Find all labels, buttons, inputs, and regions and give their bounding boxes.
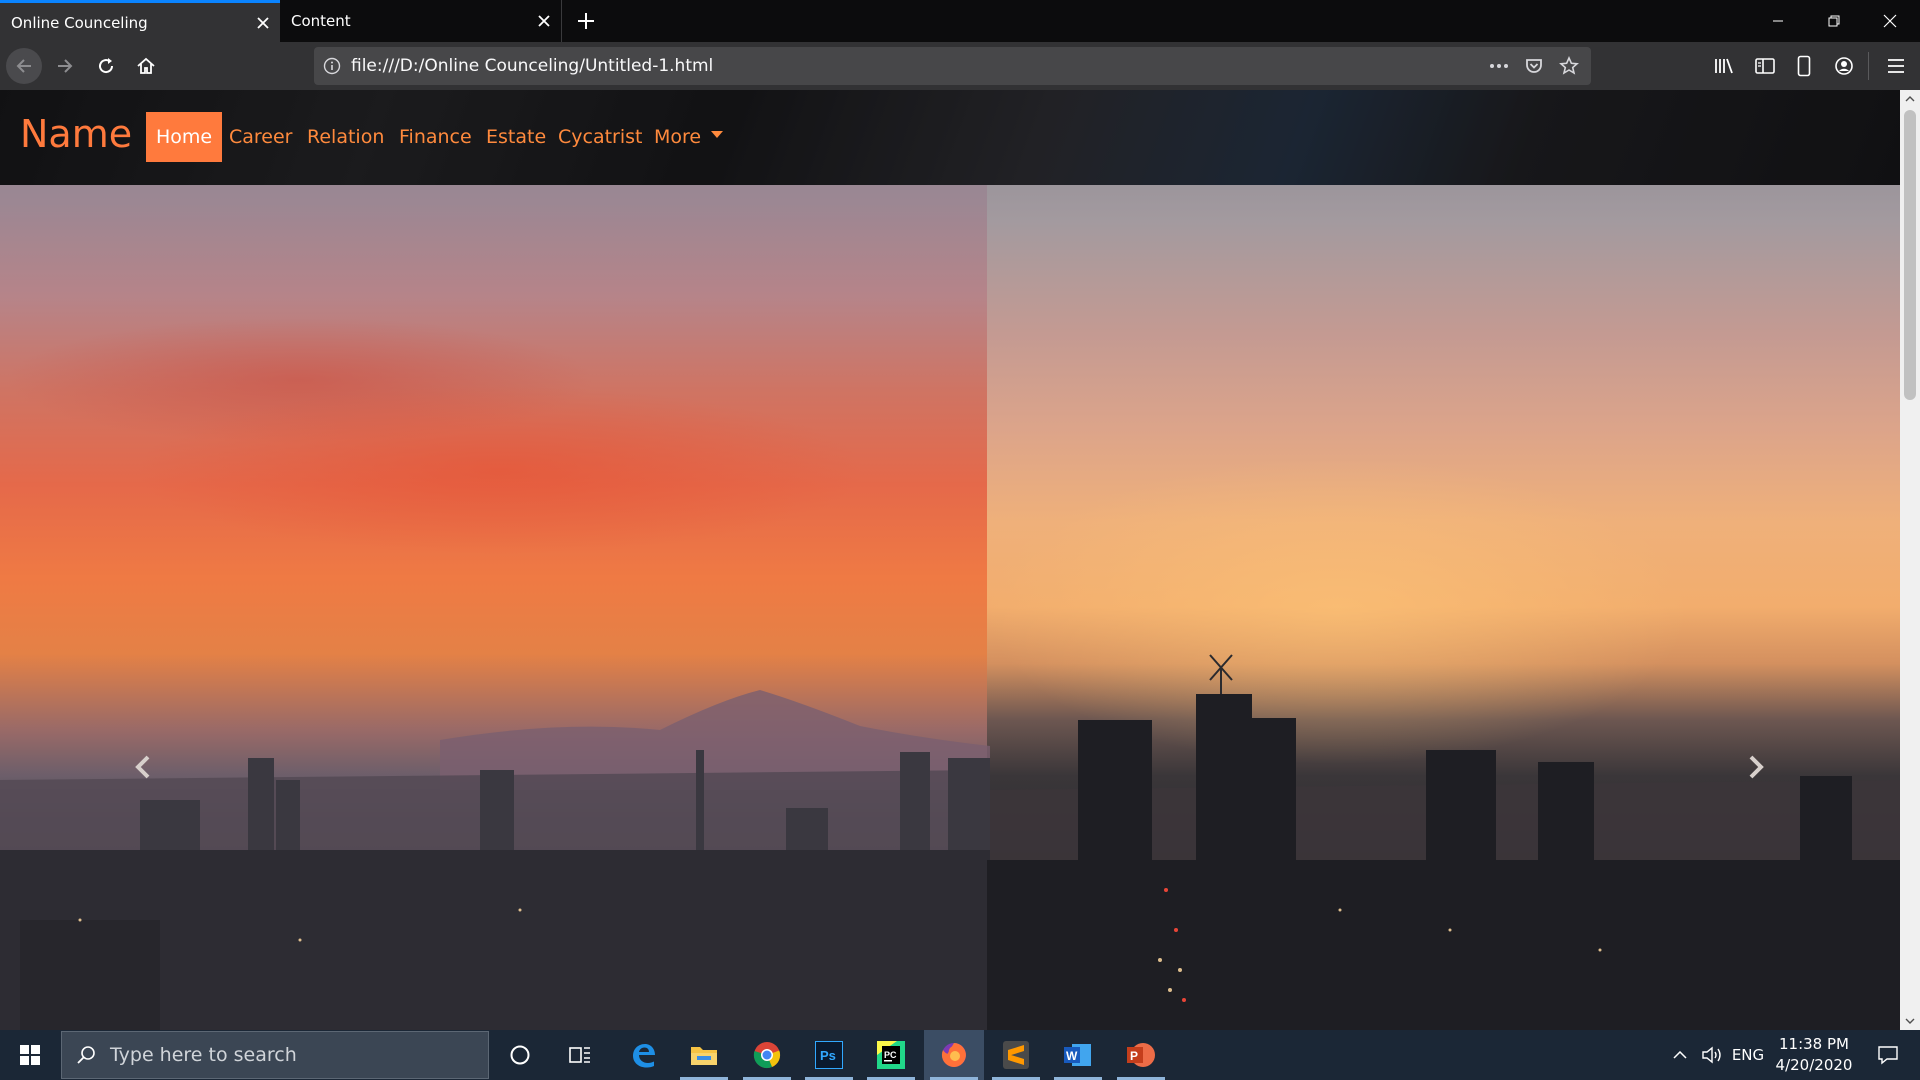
windows-taskbar: Type here to search Ps PC W P ENG 11:38 … [0,1030,1920,1080]
nav-item-more-label: More [654,126,702,148]
scroll-down-icon[interactable] [1900,1012,1920,1030]
library-icon[interactable] [1707,48,1743,84]
carousel-next-button[interactable] [1736,740,1776,794]
sublime-text-icon[interactable] [986,1030,1046,1080]
close-tab-icon[interactable] [527,0,561,42]
scrollbar-thumb[interactable] [1904,110,1916,400]
forward-button[interactable] [47,48,83,84]
minimize-icon[interactable] [1750,0,1806,42]
svg-text:P: P [1130,1049,1138,1063]
address-bar[interactable]: file:///D:/Online Counceling/Untitled-1.… [314,47,1591,85]
search-placeholder: Type here to search [110,1044,297,1066]
page-actions-icon[interactable] [1483,50,1515,82]
chevron-right-icon [1749,755,1764,779]
site-brand[interactable]: Name [20,110,132,158]
new-tab-button[interactable] [570,6,602,36]
tab-label: Online Counceling [11,13,148,32]
clock-time: 11:38 PM [1779,1035,1849,1053]
edge-icon[interactable] [613,1030,673,1080]
input-language-indicator[interactable]: ENG [1728,1030,1768,1080]
tab-content[interactable]: Content [280,0,562,42]
home-button[interactable] [128,48,164,84]
dropdown-caret-icon [711,131,724,138]
task-view-icon[interactable] [550,1030,610,1080]
browser-tab-strip: Online Counceling Content [0,0,1920,42]
photoshop-icon[interactable]: Ps [799,1030,859,1080]
nav-item-estate[interactable]: Estate [476,112,556,162]
city-skyline-image [0,654,1900,1030]
chrome-icon[interactable] [737,1030,797,1080]
responsive-device-icon[interactable] [1786,48,1822,84]
chevron-left-icon [135,755,150,779]
tab-online-counceling[interactable]: Online Counceling [0,0,280,42]
start-button[interactable] [0,1030,60,1080]
browser-toolbar: file:///D:/Online Counceling/Untitled-1.… [0,42,1920,90]
reload-button[interactable] [88,48,124,84]
nav-item-career[interactable]: Career [219,112,303,162]
nav-item-more[interactable]: More [644,112,733,162]
close-window-icon[interactable] [1862,0,1918,42]
svg-text:PC: PC [884,1050,897,1060]
notifications-icon[interactable] [1864,1030,1912,1080]
tab-label: Content [291,12,351,30]
pycharm-icon[interactable]: PC [861,1030,921,1080]
search-icon [76,1045,96,1069]
taskbar-search-box[interactable]: Type here to search [61,1031,489,1079]
toolbar-separator [1868,52,1869,80]
page-viewport: Name Home Career Relation Finance Estate… [0,90,1900,1030]
carousel-prev-button[interactable] [123,740,163,794]
powerpoint-icon[interactable]: P [1111,1030,1171,1080]
word-icon[interactable]: W [1048,1030,1108,1080]
menu-hamburger-icon[interactable] [1878,48,1914,84]
clock-date: 4/20/2020 [1775,1056,1853,1074]
restore-icon[interactable] [1806,0,1862,42]
svg-text:Ps: Ps [820,1048,836,1063]
account-icon[interactable] [1826,48,1862,84]
cortana-icon[interactable] [490,1030,550,1080]
file-explorer-icon[interactable] [674,1030,734,1080]
site-navbar: Name Home Career Relation Finance Estate… [0,90,1900,185]
nav-item-finance[interactable]: Finance [389,112,482,162]
svg-text:W: W [1066,1049,1078,1063]
nav-item-relation[interactable]: Relation [297,112,394,162]
taskbar-clock[interactable]: 11:38 PM 4/20/2020 [1770,1034,1858,1076]
url-text[interactable]: file:///D:/Online Counceling/Untitled-1.… [351,47,713,85]
volume-icon[interactable] [1696,1030,1728,1080]
page-scrollbar[interactable] [1900,90,1920,1030]
nav-item-home[interactable]: Home [146,112,223,162]
sidebar-icon[interactable] [1747,48,1783,84]
close-tab-icon[interactable] [246,2,280,44]
firefox-icon[interactable] [924,1030,984,1080]
windows-logo-icon [20,1045,40,1065]
back-button[interactable] [6,48,42,84]
bookmark-star-icon[interactable] [1553,50,1585,82]
nav-item-cycatrist[interactable]: Cycatrist [548,112,653,162]
site-info-icon[interactable] [323,57,341,79]
pocket-icon[interactable] [1518,50,1550,82]
show-hidden-icons-chevron-icon[interactable] [1664,1030,1696,1080]
scroll-up-icon[interactable] [1900,90,1920,108]
